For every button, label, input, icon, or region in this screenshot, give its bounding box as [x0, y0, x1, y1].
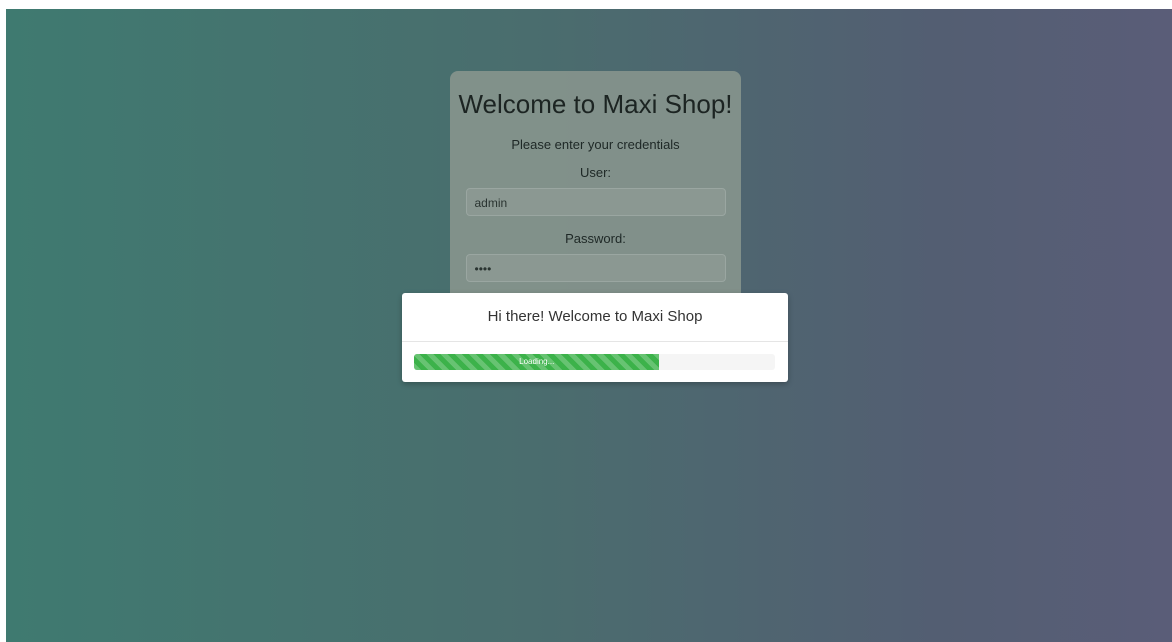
user-input[interactable]: admin — [465, 188, 726, 216]
loading-modal: Hi there! Welcome to Maxi Shop Loading..… — [402, 293, 788, 382]
password-input[interactable]: •••• — [465, 254, 726, 282]
progress-bar: Loading... — [414, 354, 660, 370]
login-title: Welcome to Maxi Shop! — [458, 89, 733, 119]
progress-track: Loading... — [414, 354, 775, 370]
page-background: Welcome to Maxi Shop! Please enter your … — [6, 9, 1172, 642]
password-label: Password: — [565, 231, 626, 246]
login-subtitle: Please enter your credentials — [511, 137, 680, 152]
user-label: User: — [579, 165, 612, 180]
modal-title: Hi there! Welcome to Maxi Shop — [402, 293, 788, 342]
